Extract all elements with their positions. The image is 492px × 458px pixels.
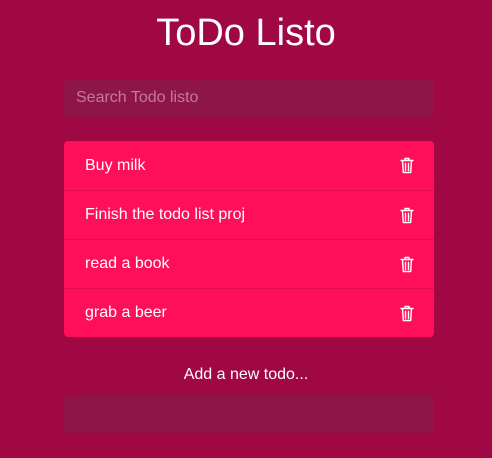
todo-text: Buy milk [85, 156, 146, 174]
todo-text: grab a beer [85, 304, 167, 321]
add-todo-input[interactable] [64, 395, 434, 433]
trash-icon[interactable] [400, 305, 414, 322]
todo-list: Buy milk Finish the todo list proj read … [64, 141, 434, 337]
trash-icon[interactable] [400, 207, 414, 224]
todo-item: Buy milk [64, 141, 434, 190]
trash-icon[interactable] [400, 256, 414, 273]
todo-item: grab a beer [64, 288, 434, 337]
add-todo-label: Add a new todo... [183, 366, 309, 383]
search-input[interactable] [64, 79, 434, 117]
todo-text: Finish the todo list proj [85, 206, 246, 223]
trash-icon[interactable] [400, 157, 414, 174]
page-title: ToDo Listo [156, 12, 336, 54]
todo-item: read a book [64, 239, 434, 288]
todo-text: read a book [85, 255, 170, 272]
todo-item: Finish the todo list proj [64, 190, 434, 239]
